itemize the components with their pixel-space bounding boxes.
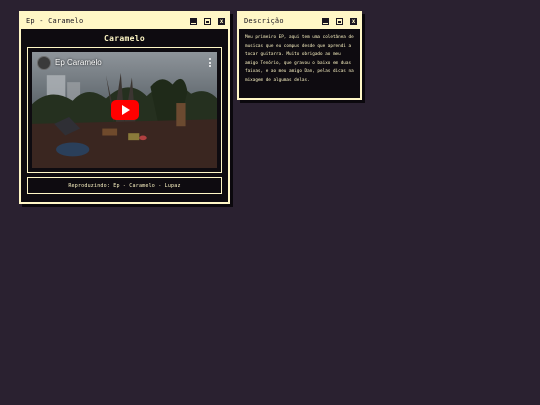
player-window-title: Ep - Caramelo — [26, 17, 84, 25]
description-text: Meu primeiro EP, aqui tem uma coletânea … — [245, 35, 354, 83]
video-title[interactable]: Ep Caramelo — [55, 58, 102, 67]
video-frame: Ep Caramelo — [27, 47, 222, 173]
kebab-menu-icon[interactable] — [208, 58, 211, 67]
youtube-play-icon[interactable] — [110, 100, 139, 120]
player-heading: Caramelo — [104, 34, 145, 43]
description-window-titlebar[interactable]: Descrição — [239, 13, 360, 29]
now-playing-text: Reproduzindo: Ep - Caramelo - Lupaz — [68, 182, 181, 189]
video-embed[interactable]: Ep Caramelo — [32, 52, 217, 168]
description-window-controls — [322, 17, 357, 25]
player-window: Ep - Caramelo Caramelo — [19, 11, 230, 204]
close-icon[interactable] — [218, 17, 225, 25]
maximize-icon[interactable] — [336, 17, 343, 25]
player-window-controls — [190, 17, 225, 25]
maximize-icon[interactable] — [204, 17, 211, 25]
channel-avatar[interactable] — [37, 56, 51, 70]
desktop: Ep - Caramelo Caramelo — [0, 0, 540, 405]
player-window-titlebar[interactable]: Ep - Caramelo — [21, 13, 228, 29]
minimize-icon[interactable] — [322, 17, 329, 25]
now-playing-bar: Reproduzindo: Ep - Caramelo - Lupaz — [27, 177, 222, 194]
description-window-title: Descrição — [244, 17, 284, 25]
player-window-body: Caramelo Ep Caramelo Reproduzindo: Ep - … — [21, 29, 228, 200]
minimize-icon[interactable] — [190, 17, 197, 25]
description-window: Descrição Meu primeiro EP, aqui tem uma … — [237, 11, 362, 100]
close-icon[interactable] — [350, 17, 357, 25]
